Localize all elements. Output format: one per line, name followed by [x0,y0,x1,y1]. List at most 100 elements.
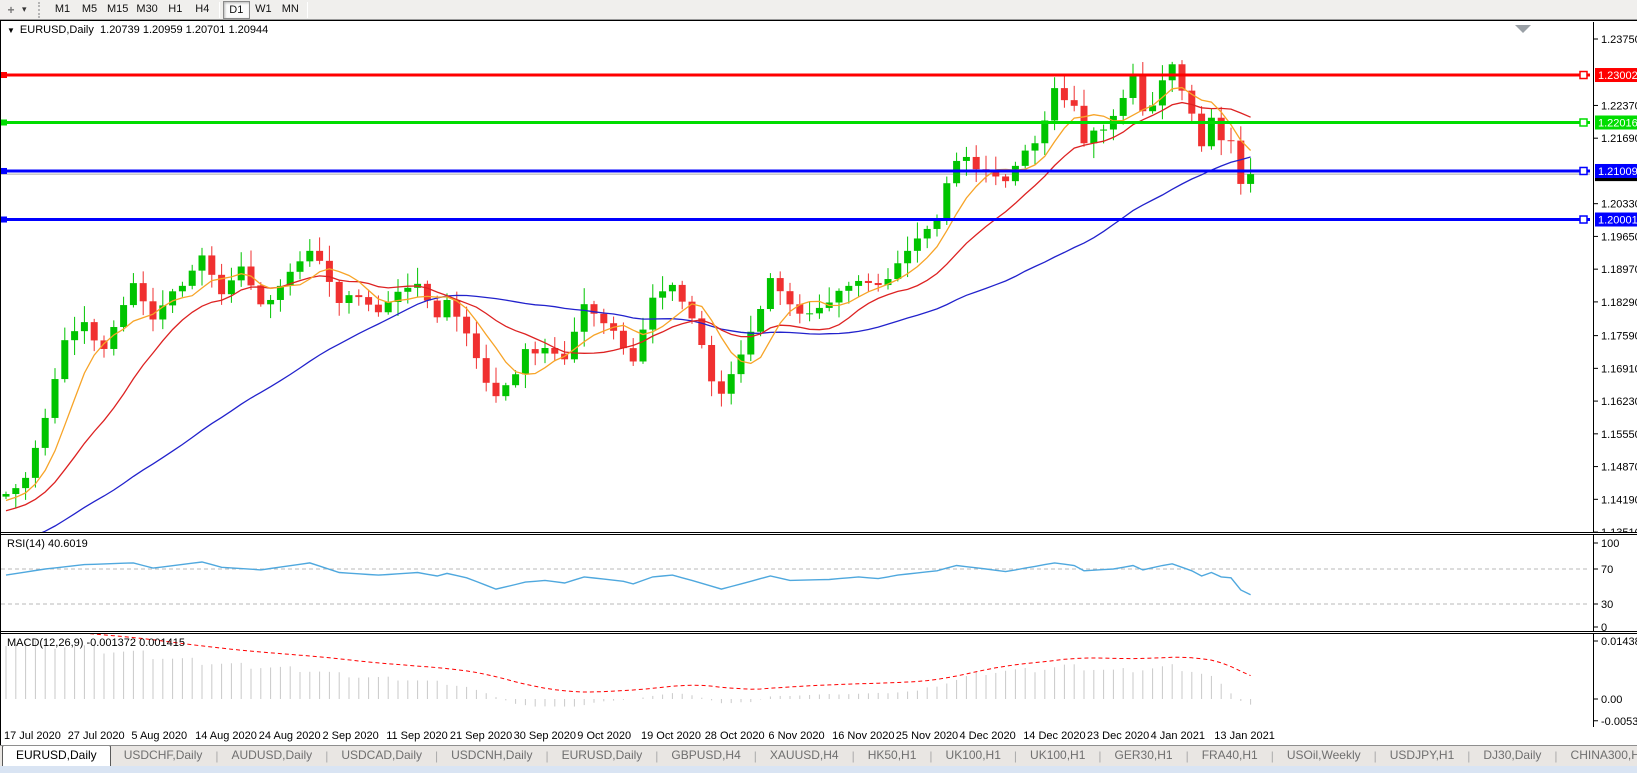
toolbar-separator [219,2,220,18]
axis-tick-label: 70 [1601,564,1613,576]
level-left-handle[interactable] [1,72,7,78]
rsi-axis[interactable]: 100 70 30 0 [1594,535,1620,631]
tab-dj30-daily[interactable]: DJ30,Daily [1470,746,1554,766]
timeframe-button-m15[interactable]: M15 [103,1,132,19]
date-tick-label: 9 Oct 2020 [577,730,631,742]
ma-slow-line [6,157,1251,532]
svg-text:1.20001: 1.20001 [1598,215,1637,227]
tab-bar: EURUSD,DailyUSDCHF,Daily|AUDUSD,Daily|US… [0,745,1637,766]
axis-tick-label: 1.18290 [1601,297,1637,309]
timeframe-button-w1[interactable]: W1 [250,1,277,19]
date-axis[interactable]: 17 Jul 202027 Jul 20205 Aug 202014 Aug 2… [1,727,1637,746]
chart-collapse-triangle-icon[interactable]: ▼ [7,26,15,35]
level-left-handle[interactable] [1,119,7,125]
svg-text:1.22016: 1.22016 [1598,117,1637,129]
date-tick-label: 24 Aug 2020 [259,730,321,742]
tab-ger30-h1[interactable]: GER30,H1 [1102,746,1186,766]
chart-symbol-period: EURUSD,Daily [20,24,94,36]
tab-eurusd-daily[interactable]: EURUSD,Daily [549,746,656,766]
candlesticks [3,60,1255,508]
axis-tick-label: 1.17590 [1601,331,1637,343]
chart-title: ▼ EURUSD,Daily 1.20739 1.20959 1.20701 1.… [7,24,268,36]
axis-tick-label: 100 [1601,538,1619,550]
axis-tick-label: 1.15550 [1601,429,1637,441]
level-right-handle[interactable] [1580,167,1587,174]
date-tick-label: 11 Sep 2020 [386,730,448,742]
tab-fra40-h1[interactable]: FRA40,H1 [1189,746,1271,766]
axis-tick-label: 0.014384 [1601,636,1637,648]
ma-mid-line [6,103,1251,511]
panel-separator[interactable] [1,532,1637,533]
axis-tick-label: 1.14870 [1601,462,1637,474]
toolbar-grip[interactable] [38,2,45,18]
axis-tick-label: 1.19650 [1601,231,1637,243]
axis-tick-label: 1.21690 [1601,133,1637,145]
tab-usdjpy-h1[interactable]: USDJPY,H1 [1377,746,1467,766]
macd-label: MACD(12,26,9) -0.001372 0.001415 [7,637,185,649]
svg-text:1.21009: 1.21009 [1598,166,1637,178]
macd-histogram [6,639,1251,707]
date-tick-label: 6 Nov 2020 [768,730,824,742]
axis-tick-label: 1.16230 [1601,396,1637,408]
tab-eurusd-daily[interactable]: EURUSD,Daily [2,745,111,766]
date-tick-label: 5 Aug 2020 [131,730,187,742]
date-tick-label: 13 Jan 2021 [1214,730,1275,742]
tab-uk100-h1[interactable]: UK100,H1 [1017,746,1098,766]
toolbar-separator [307,2,308,18]
macd-axis[interactable]: 0.014384 0.00 -0.005396 [1594,634,1637,727]
axis-tick-label: 0 [1601,622,1607,631]
axis-tick-label: -0.005396 [1601,716,1637,727]
tab-usdcad-daily[interactable]: USDCAD,Daily [328,746,435,766]
axis-tick-label: 1.23750 [1601,34,1637,46]
rsi-line [6,562,1251,595]
date-tick-label: 14 Dec 2020 [1023,730,1085,742]
chart-ohlc-values: 1.20739 1.20959 1.20701 1.20944 [100,24,268,36]
panel-separator[interactable] [1,631,1637,632]
timeframe-button-m5[interactable]: M5 [76,1,103,19]
status-strip [0,766,1637,773]
date-tick-label: 27 Jul 2020 [68,730,125,742]
chart-shift-icon[interactable] [1515,25,1531,33]
axis-tick-label: 1.22370 [1601,100,1637,112]
tab-usoil-weekly[interactable]: USOil,Weekly [1274,746,1374,766]
price-axis[interactable]: 1.237501.223701.216901.203301.196501.189… [1594,22,1637,532]
axis-tick-label: 1.14190 [1601,494,1637,506]
axis-tick-label: 0.00 [1601,694,1622,706]
timeframe-button-mn[interactable]: MN [277,1,304,19]
level-left-handle[interactable] [1,168,7,174]
date-tick-label: 28 Oct 2020 [705,730,765,742]
rsi-label: RSI(14) 40.6019 [7,538,88,550]
timeframe-button-m1[interactable]: M1 [49,1,76,19]
chevron-down-icon[interactable]: ▾ [22,4,36,15]
date-tick-label: 4 Dec 2020 [960,730,1016,742]
date-tick-label: 25 Nov 2020 [896,730,958,742]
tab-uk100-h1[interactable]: UK100,H1 [933,746,1014,766]
tab-usdchf-daily[interactable]: USDCHF,Daily [111,746,216,766]
tab-audusd-daily[interactable]: AUDUSD,Daily [219,746,326,766]
level-right-handle[interactable] [1580,72,1587,79]
tab-china300-h1[interactable]: CHINA300,H1 [1558,746,1637,766]
tab-gbpusd-h4[interactable]: GBPUSD,H4 [658,746,753,766]
timeframe-button-h4[interactable]: H4 [189,1,216,19]
level-right-handle[interactable] [1580,119,1587,126]
axis-tick-label: 1.20330 [1601,199,1637,211]
date-tick-label: 30 Sep 2020 [514,730,576,742]
axis-tick-label: 30 [1601,599,1613,611]
rsi-panel[interactable]: 100 70 30 0 [1,535,1637,631]
date-tick-label: 17 Jul 2020 [4,730,61,742]
timeframe-button-group: M1M5M15M30H1H4 D1W1MN [49,1,311,19]
date-tick-label: 4 Jan 2021 [1151,730,1205,742]
crosshair-pointer-icon[interactable]: + [0,3,22,17]
tab-xauusd-h4[interactable]: XAUUSD,H4 [757,746,852,766]
tab-hk50-h1[interactable]: HK50,H1 [855,746,930,766]
date-tick-label: 19 Oct 2020 [641,730,701,742]
macd-panel[interactable]: 0.014384 0.00 -0.005396 [1,634,1637,727]
level-right-handle[interactable] [1580,216,1587,223]
tab-usdcnh-daily[interactable]: USDCNH,Daily [438,746,545,766]
timeframe-button-h1[interactable]: H1 [162,1,189,19]
date-tick-label: 16 Nov 2020 [832,730,894,742]
timeframe-button-d1[interactable]: D1 [223,1,250,19]
timeframe-button-m30[interactable]: M30 [132,1,161,19]
level-left-handle[interactable] [1,217,7,223]
price-chart-panel[interactable]: 1.237501.223701.216901.203301.196501.189… [1,22,1637,532]
